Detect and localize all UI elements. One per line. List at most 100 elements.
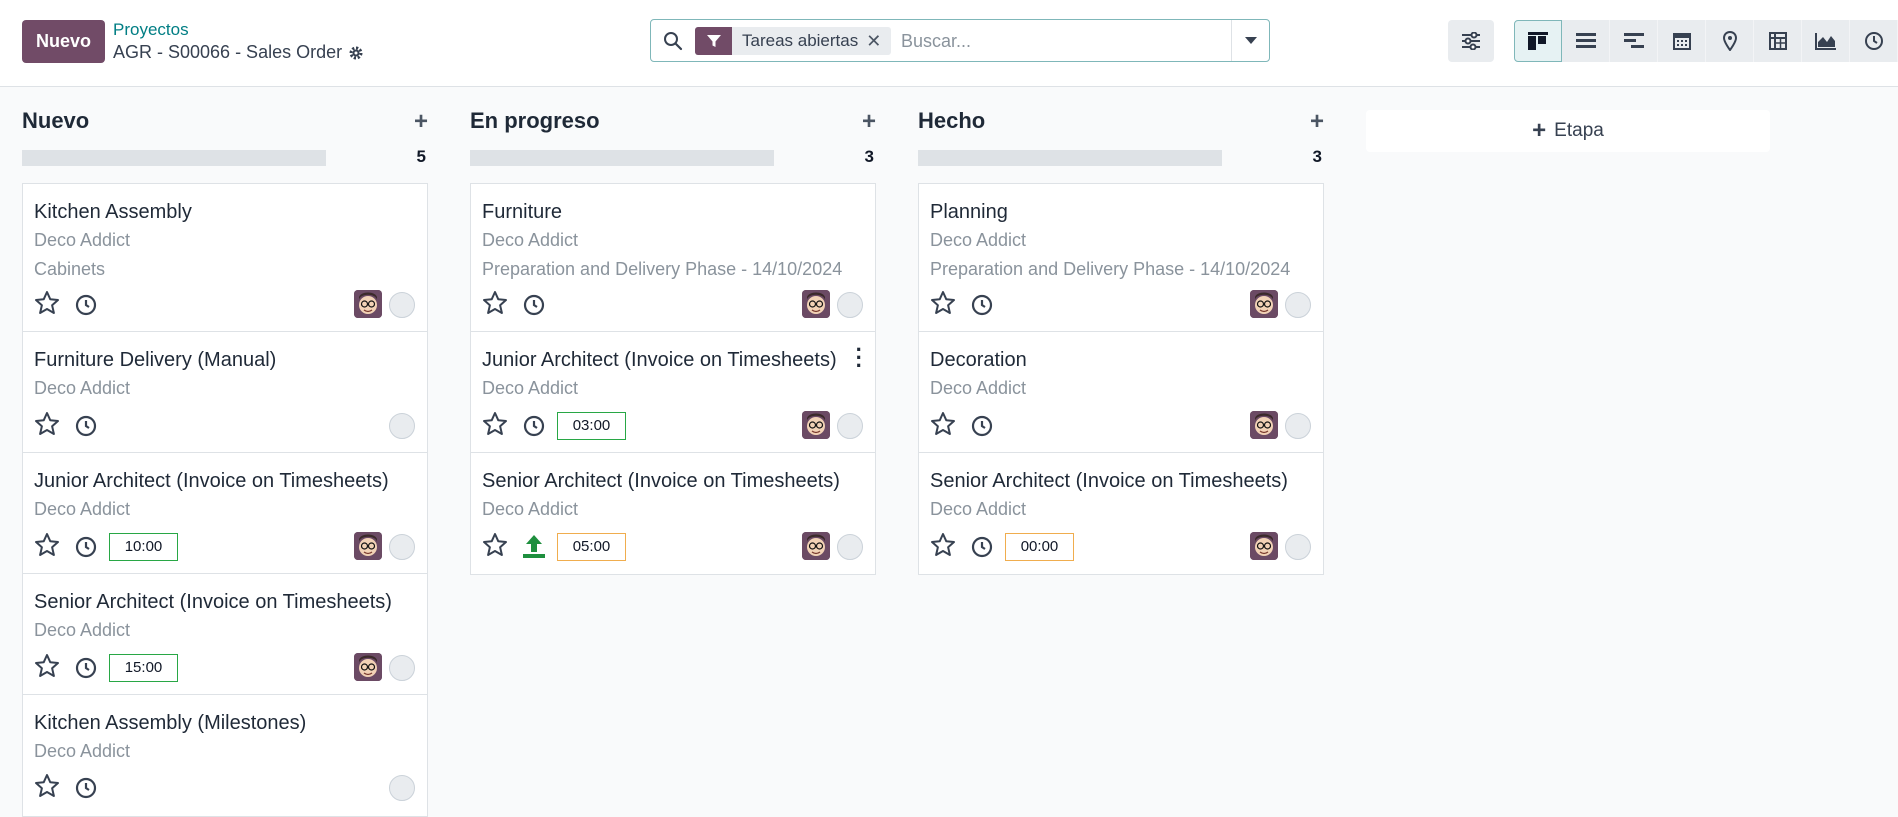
sliders-icon: [1462, 32, 1480, 50]
star-icon[interactable]: [930, 411, 956, 437]
avatar[interactable]: [1250, 411, 1278, 439]
clock-icon[interactable]: [523, 294, 545, 316]
card-footer: [34, 773, 416, 801]
gantt-icon: [1623, 33, 1644, 48]
kanban-card[interactable]: Junior Architect (Invoice on Timesheets)…: [23, 453, 427, 574]
card-milestone: Preparation and Delivery Phase - 14/10/2…: [482, 259, 843, 279]
view-kanban[interactable]: [1514, 20, 1562, 62]
view-pivot[interactable]: [1754, 20, 1802, 62]
card-menu-icon[interactable]: · · ·: [856, 339, 863, 377]
kanban-card[interactable]: Decoration Deco Addict: [919, 332, 1323, 453]
card-customer: Deco Addict: [34, 499, 131, 519]
card-state-indicator[interactable]: [1285, 413, 1311, 439]
star-icon[interactable]: [482, 532, 508, 558]
avatar[interactable]: [354, 653, 382, 681]
card-state-indicator[interactable]: [837, 292, 863, 318]
card-state-indicator[interactable]: [837, 413, 863, 439]
kanban-card[interactable]: Furniture Deco Addict Preparation and De…: [471, 184, 875, 332]
area-chart-icon: [1814, 33, 1836, 50]
kanban-card[interactable]: Senior Architect (Invoice on Timesheets)…: [919, 453, 1323, 574]
kanban-card[interactable]: Planning Deco Addict Preparation and Del…: [919, 184, 1323, 332]
kanban-card[interactable]: Junior Architect (Invoice on Timesheets)…: [471, 332, 875, 453]
upload-icon[interactable]: [520, 532, 548, 560]
card-state-indicator[interactable]: [1285, 292, 1311, 318]
column-quick-create[interactable]: +: [414, 110, 428, 134]
card-customer: Deco Addict: [34, 741, 131, 761]
view-list[interactable]: [1562, 20, 1610, 62]
clock-icon[interactable]: [971, 294, 993, 316]
column-cards: Furniture Deco Addict Preparation and De…: [470, 183, 876, 575]
card-state-indicator[interactable]: [389, 292, 415, 318]
column-count: 5: [416, 147, 426, 166]
clock-icon[interactable]: [971, 415, 993, 437]
kanban-card[interactable]: Senior Architect (Invoice on Timesheets)…: [471, 453, 875, 574]
card-state-indicator[interactable]: [389, 534, 415, 560]
star-icon[interactable]: [482, 411, 508, 437]
card-customer: Deco Addict: [482, 230, 579, 250]
card-footer: 00:00: [930, 532, 1312, 561]
avatar[interactable]: [802, 411, 830, 439]
column-cards: Kitchen Assembly Deco Addict Cabinets Fu…: [22, 183, 428, 817]
view-calendar[interactable]: [1658, 20, 1706, 62]
avatar[interactable]: [1250, 290, 1278, 318]
kanban-board: Nuevo + 5 Kitchen Assembly Deco Addict C…: [0, 88, 1898, 817]
kanban-icon: [1528, 32, 1548, 50]
search-icon[interactable]: [663, 31, 683, 51]
card-customer: Deco Addict: [930, 378, 1027, 398]
card-state-indicator[interactable]: [837, 534, 863, 560]
gear-icon[interactable]: [348, 45, 364, 61]
card-footer: [34, 290, 416, 318]
star-icon[interactable]: [34, 653, 60, 679]
card-customer: Deco Addict: [930, 230, 1027, 250]
add-stage-button[interactable]: + Etapa: [1366, 110, 1770, 152]
search-options-toggle[interactable]: [1231, 20, 1269, 61]
card-footer: [930, 290, 1312, 318]
avatar[interactable]: [354, 532, 382, 560]
star-icon[interactable]: [930, 532, 956, 558]
clock-icon[interactable]: [75, 657, 97, 679]
column-progress-bar[interactable]: [22, 150, 326, 166]
star-icon[interactable]: [34, 290, 60, 316]
column-title: En progreso: [470, 108, 600, 133]
star-icon[interactable]: [34, 532, 60, 558]
star-icon[interactable]: [482, 290, 508, 316]
card-milestone: Preparation and Delivery Phase - 14/10/2…: [930, 259, 1291, 279]
card-state-indicator[interactable]: [389, 413, 415, 439]
view-graph[interactable]: [1802, 20, 1850, 62]
card-state-indicator[interactable]: [1285, 534, 1311, 560]
view-activity[interactable]: [1850, 20, 1898, 62]
kanban-card[interactable]: Furniture Delivery (Manual) Deco Addict: [23, 332, 427, 453]
clock-icon[interactable]: [75, 415, 97, 437]
star-icon[interactable]: [34, 411, 60, 437]
card-footer: 15:00: [34, 653, 416, 682]
avatar[interactable]: [1250, 532, 1278, 560]
kanban-card[interactable]: Kitchen Assembly (Milestones) Deco Addic…: [23, 695, 427, 816]
view-gantt[interactable]: [1610, 20, 1658, 62]
card-state-indicator[interactable]: [389, 775, 415, 801]
settings-toggle-button[interactable]: [1448, 20, 1494, 62]
breadcrumb-parent[interactable]: Proyectos: [113, 20, 189, 40]
view-map[interactable]: [1706, 20, 1754, 62]
clock-icon[interactable]: [523, 415, 545, 437]
column-progress-bar[interactable]: [470, 150, 774, 166]
avatar[interactable]: [802, 290, 830, 318]
star-icon[interactable]: [34, 773, 60, 799]
star-icon[interactable]: [930, 290, 956, 316]
card-state-indicator[interactable]: [389, 655, 415, 681]
kanban-card[interactable]: Kitchen Assembly Deco Addict Cabinets: [23, 184, 427, 332]
card-tags: Cabinets: [34, 259, 106, 279]
search-input[interactable]: [901, 28, 1221, 54]
column-progress-bar[interactable]: [918, 150, 1222, 166]
clock-icon[interactable]: [75, 777, 97, 799]
close-icon[interactable]: ✕: [866, 31, 891, 52]
clock-icon[interactable]: [75, 536, 97, 558]
avatar[interactable]: [354, 290, 382, 318]
column-quick-create[interactable]: +: [862, 110, 876, 134]
avatar[interactable]: [802, 532, 830, 560]
column-title: Hecho: [918, 108, 986, 133]
kanban-card[interactable]: Senior Architect (Invoice on Timesheets)…: [23, 574, 427, 695]
clock-icon[interactable]: [75, 294, 97, 316]
clock-icon[interactable]: [971, 536, 993, 558]
column-quick-create[interactable]: +: [1310, 110, 1324, 134]
new-button[interactable]: Nuevo: [22, 20, 106, 63]
